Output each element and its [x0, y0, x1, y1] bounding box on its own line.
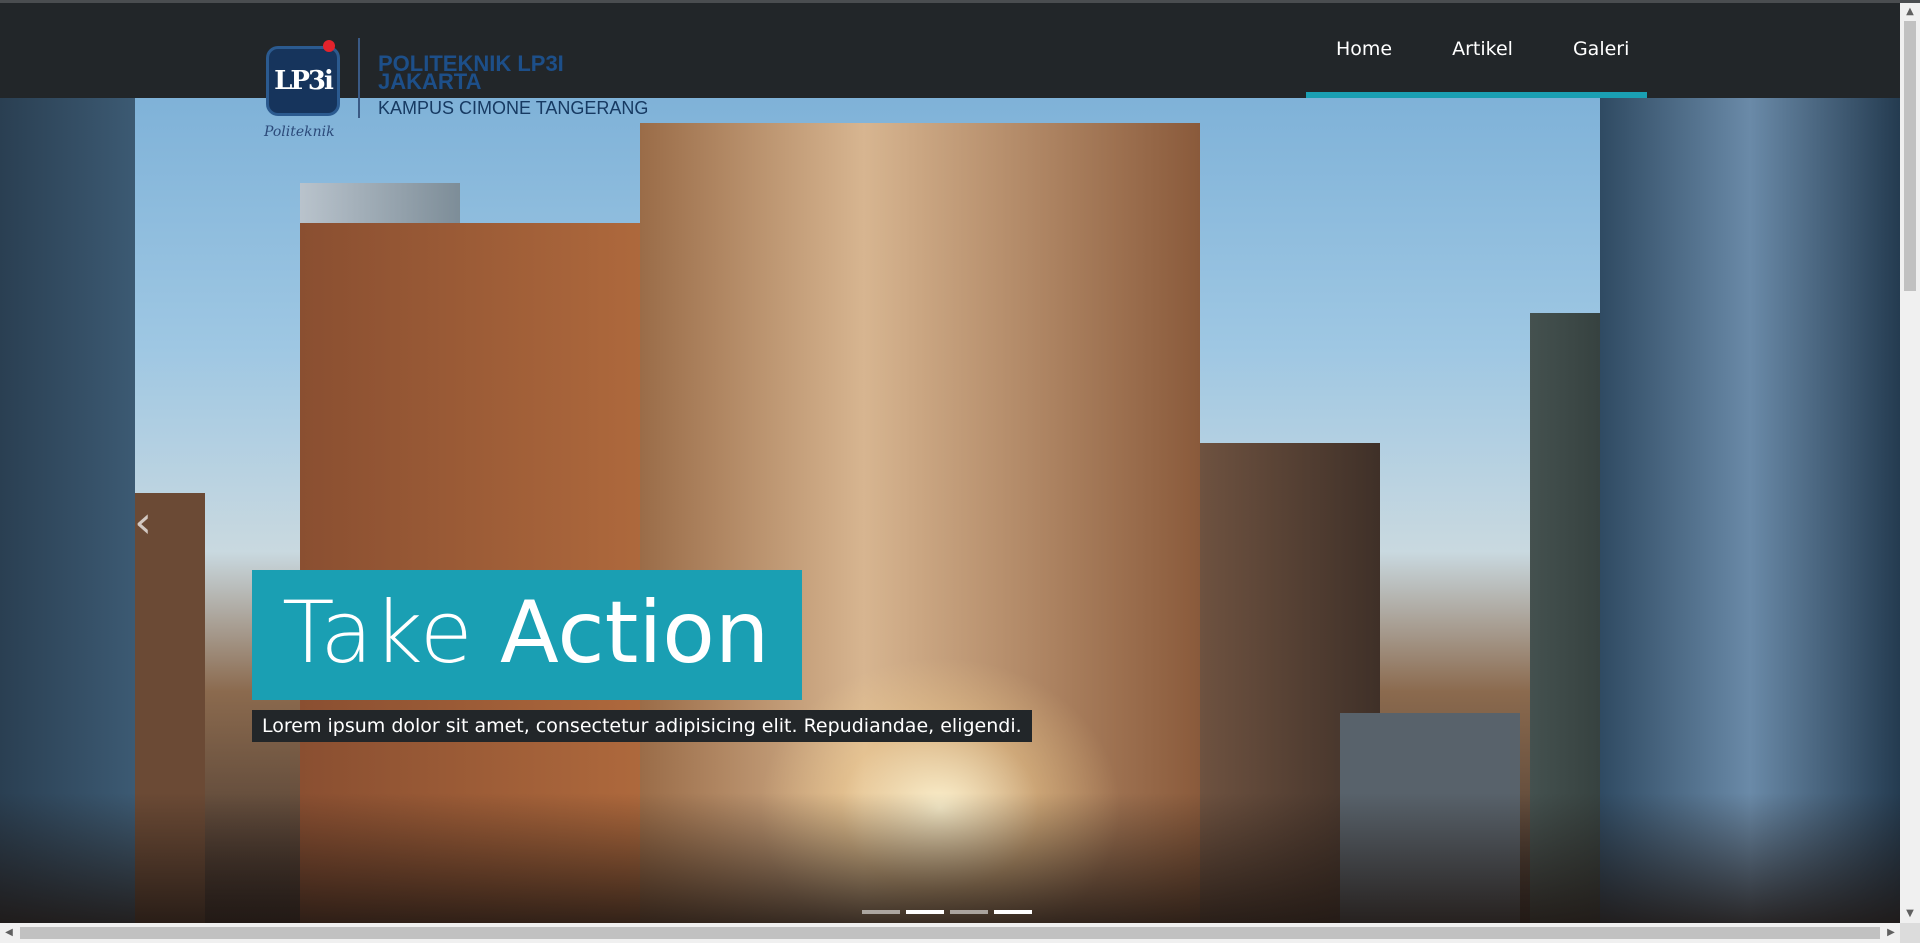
logo-script: Politeknik: [264, 124, 335, 140]
brand-campus: KAMPUS CIMONE TANGERANG: [378, 98, 649, 118]
logo[interactable]: LP3i Politeknik: [262, 38, 340, 140]
nav-active-underline: [1306, 92, 1647, 98]
nav-menu: Home Artikel Galeri: [1306, 3, 1659, 98]
nav-item-artikel[interactable]: Artikel: [1422, 3, 1543, 98]
carousel-indicator[interactable]: [950, 910, 988, 914]
arrow-up-icon[interactable]: ▲: [1900, 3, 1920, 21]
nav-item-home[interactable]: Home: [1306, 3, 1422, 98]
hero-title: Take Action: [282, 578, 769, 688]
vertical-scrollbar-thumb[interactable]: [1904, 21, 1916, 291]
carousel-indicator-active[interactable]: [906, 910, 944, 914]
horizontal-scrollbar[interactable]: ◀ ▶: [0, 923, 1900, 943]
vertical-scrollbar[interactable]: ▲ ▼: [1900, 3, 1920, 923]
carousel-indicator[interactable]: [862, 910, 900, 914]
scrollbar-corner: [1900, 923, 1920, 943]
hero-title-light: Take: [282, 583, 473, 683]
logo-mark: LP3i: [266, 46, 340, 116]
hero-title-box: Take Action: [252, 570, 802, 700]
arrow-down-icon[interactable]: ▼: [1900, 905, 1920, 923]
logo-dot: [323, 40, 335, 52]
arrow-left-icon[interactable]: ◀: [0, 923, 18, 943]
brand-divider: [358, 38, 360, 118]
street-shadow: [0, 793, 1900, 923]
horizontal-scrollbar-thumb[interactable]: [20, 927, 1880, 939]
carousel-prev-button[interactable]: ‹: [128, 498, 158, 548]
brand-name[interactable]: POLITEKNIK LP3I JAKARTA: [378, 53, 564, 93]
carousel-indicator[interactable]: [994, 910, 1032, 914]
carousel-indicators: [862, 910, 1032, 914]
hero-title-bold: Action: [500, 583, 770, 683]
arrow-right-icon[interactable]: ▶: [1882, 923, 1900, 943]
chevron-left-icon: ‹: [134, 497, 152, 548]
nav-item-galeri[interactable]: Galeri: [1543, 3, 1659, 98]
hero-subtitle: Lorem ipsum dolor sit amet, consectetur …: [252, 710, 1032, 742]
hero-carousel: [0, 98, 1900, 923]
